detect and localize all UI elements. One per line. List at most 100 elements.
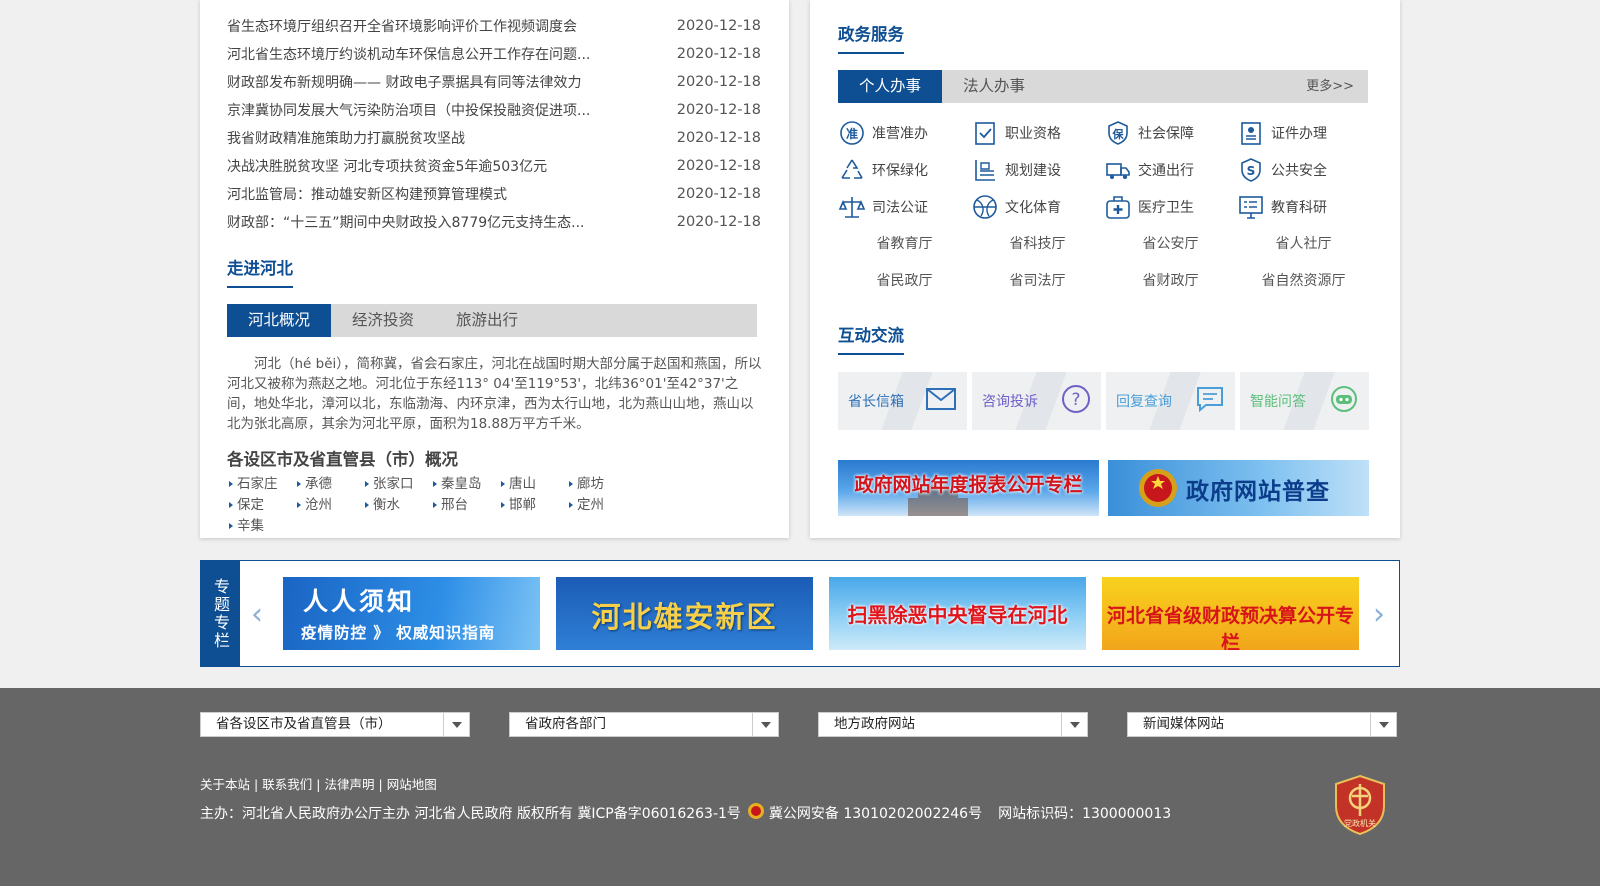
footer-info: 主办：河北省人民政府办公厅主办 河北省人民政府 版权所有 冀ICP备字06016…	[200, 802, 1171, 824]
smart-qa-button[interactable]: 智能问答	[1240, 372, 1369, 430]
reply-query-button[interactable]: 回复查询	[1106, 372, 1235, 430]
left-panel: 省生态环境厅组织召开全省环境影响评价工作视频调度会 2020-12-18 河北省生…	[200, 0, 789, 538]
service-item[interactable]: 交通出行	[1104, 151, 1237, 188]
news-title[interactable]: 河北监管局：推动雄安新区构建预算管理模式	[227, 184, 647, 204]
service-item[interactable]: 司法公证	[838, 188, 971, 225]
city-link[interactable]: 衡水	[363, 496, 431, 514]
city-link[interactable]: 张家口	[363, 475, 431, 493]
news-item[interactable]: 河北监管局：推动雄安新区构建预算管理模式 2020-12-18	[227, 180, 761, 208]
city-link[interactable]: 秦皇岛	[431, 475, 499, 493]
footer-link-legal[interactable]: 法律声明	[324, 777, 374, 792]
tab-hebei-overview[interactable]: 河北概况	[227, 304, 332, 337]
news-item[interactable]: 财政部发布新规明确—— 财政电子票据具有同等法律效力 2020-12-18	[227, 68, 761, 96]
service-item[interactable]: 环保绿化	[838, 151, 971, 188]
dept-link[interactable]: 省教育厅	[838, 226, 971, 263]
special-banner-finance[interactable]: 河北省省级财政预决算公开专栏	[1102, 577, 1359, 650]
city-link[interactable]: 保定	[227, 496, 295, 514]
special-topics: 专题专栏 ‹ 人人须知 疫情防控 》 权威知识指南 河北雄安新区 扫黑除恶中央督…	[200, 560, 1400, 667]
prev-arrow-icon[interactable]: ‹	[251, 597, 263, 632]
footer-link-contact[interactable]: 联系我们	[262, 777, 312, 792]
ruler-icon	[971, 156, 999, 184]
select-news-media[interactable]: 新闻媒体网站	[1127, 712, 1397, 737]
question-icon: ?	[1061, 384, 1091, 418]
city-link[interactable]: 定州	[567, 496, 635, 514]
dept-link[interactable]: 省自然资源厅	[1237, 263, 1370, 300]
service-item[interactable]: 准 准营准办	[838, 114, 971, 151]
city-link[interactable]: 邢台	[431, 496, 499, 514]
service-item[interactable]: 规划建设	[971, 151, 1104, 188]
special-banner-crime[interactable]: 扫黑除恶中央督导在河北	[829, 577, 1086, 650]
dept-link[interactable]: 省科技厅	[971, 226, 1104, 263]
news-date: 2020-12-18	[676, 46, 761, 62]
city-link[interactable]: 石家庄	[227, 475, 295, 493]
website-census-banner[interactable]: 政府网站普查	[1108, 460, 1369, 516]
city-link[interactable]: 承德	[295, 475, 363, 493]
news-title[interactable]: 我省财政精准施策助力打赢脱贫攻坚战	[227, 128, 647, 148]
service-item[interactable]: 医疗卫生	[1104, 188, 1237, 225]
city-link[interactable]: 沧州	[295, 496, 363, 514]
service-item[interactable]: S 公共安全	[1237, 151, 1370, 188]
right-panel: 政务服务 个人办事 法人办事 更多>> 准 准营准办 职业资格 保 社会保障 证…	[810, 0, 1400, 538]
interact-section-title: 互动交流	[838, 322, 904, 355]
interact-label: 回复查询	[1116, 394, 1172, 410]
select-value: 地方政府网站	[834, 716, 915, 732]
special-banner-epidemic-title: 人人须知	[303, 587, 416, 616]
annual-report-banner[interactable]: 政府网站年度报表公开专栏	[838, 460, 1099, 516]
news-item[interactable]: 我省财政精准施策助力打赢脱贫攻坚战 2020-12-18	[227, 124, 761, 152]
dept-link[interactable]: 省人社厅	[1237, 226, 1370, 263]
news-title[interactable]: 财政部：“十三五”期间中央财政投入8779亿元支持生态...	[227, 212, 647, 232]
select-local-gov[interactable]: 地方政府网站	[818, 712, 1088, 737]
news-item[interactable]: 京津冀协同发展大气污染防治项目（中投保投融资促进项... 2020-12-18	[227, 96, 761, 124]
dept-link[interactable]: 省财政厅	[1104, 263, 1237, 300]
service-label: 交通出行	[1138, 162, 1194, 179]
footer-police-record[interactable]: 冀公网安备 13010202002246号	[769, 803, 982, 823]
news-item[interactable]: 决战决胜脱贫攻坚 河北专项扶贫资金5年逾503亿元 2020-12-18	[227, 152, 761, 180]
news-title[interactable]: 财政部发布新规明确—— 财政电子票据具有同等法律效力	[227, 72, 647, 92]
service-label: 教育科研	[1271, 199, 1327, 216]
select-cities[interactable]: 省各设区市及省直管县（市）	[200, 712, 470, 737]
next-arrow-icon[interactable]: ›	[1373, 597, 1385, 632]
truck-icon	[1104, 156, 1132, 184]
tab-corporate-affairs[interactable]: 法人办事	[942, 70, 1046, 103]
recycle-icon	[838, 156, 866, 184]
dept-link[interactable]: 省司法厅	[971, 263, 1104, 300]
news-title[interactable]: 决战决胜脱贫攻坚 河北专项扶贫资金5年逾503亿元	[227, 156, 647, 176]
news-title[interactable]: 省生态环境厅组织召开全省环境影响评价工作视频调度会	[227, 16, 647, 36]
dept-link[interactable]: 省公安厅	[1104, 226, 1237, 263]
footer-host-text: 主办：河北省人民政府办公厅主办 河北省人民政府 版权所有 冀ICP备字06016…	[200, 806, 741, 822]
special-banner-epidemic[interactable]: 人人须知 疫情防控 》 权威知识指南	[283, 577, 540, 650]
service-item[interactable]: 职业资格	[971, 114, 1104, 151]
more-link[interactable]: 更多>>	[1306, 70, 1368, 103]
tab-personal-affairs[interactable]: 个人办事	[838, 70, 943, 103]
city-link[interactable]: 廊坊	[567, 475, 635, 493]
tab-economy-investment[interactable]: 经济投资	[331, 304, 435, 337]
dept-link[interactable]: 省民政厅	[838, 263, 971, 300]
news-item[interactable]: 河北省生态环境厅约谈机动车环保信息公开工作存在问题... 2020-12-18	[227, 40, 761, 68]
select-departments[interactable]: 省政府各部门	[509, 712, 779, 737]
special-banner-xiongan[interactable]: 河北雄安新区	[556, 577, 813, 650]
footer-links: 关于本站 | 联系我们 | 法律声明 | 网站地图	[200, 774, 437, 793]
city-link[interactable]: 唐山	[499, 475, 567, 493]
service-item[interactable]: 证件办理	[1237, 114, 1370, 151]
news-title[interactable]: 河北省生态环境厅约谈机动车环保信息公开工作存在问题...	[227, 44, 647, 64]
hebei-tabs: 河北概况 经济投资 旅游出行	[227, 304, 757, 337]
service-item[interactable]: 文化体育	[971, 188, 1104, 225]
party-gov-emblem[interactable]: 党政机关	[1334, 774, 1386, 840]
governor-mailbox-button[interactable]: 省长信箱	[838, 372, 967, 430]
footer-link-sitemap[interactable]: 网站地图	[387, 777, 437, 792]
service-label: 证件办理	[1271, 125, 1327, 142]
police-badge-icon	[747, 802, 765, 824]
news-date: 2020-12-18	[676, 74, 761, 90]
news-item[interactable]: 财政部：“十三五”期间中央财政投入8779亿元支持生态... 2020-12-18	[227, 208, 761, 236]
news-item[interactable]: 省生态环境厅组织召开全省环境影响评价工作视频调度会 2020-12-18	[227, 12, 761, 40]
scales-icon	[838, 193, 866, 221]
news-title[interactable]: 京津冀协同发展大气污染防治项目（中投保投融资促进项...	[227, 100, 647, 120]
service-item[interactable]: 教育科研	[1237, 188, 1370, 225]
consult-complaint-button[interactable]: 咨询投诉 ?	[972, 372, 1101, 430]
tab-tourism[interactable]: 旅游出行	[435, 304, 539, 337]
city-link[interactable]: 辛集	[227, 517, 295, 535]
city-link[interactable]: 邯郸	[499, 496, 567, 514]
service-item[interactable]: 保 社会保障	[1104, 114, 1237, 151]
footer-link-about[interactable]: 关于本站	[200, 777, 250, 792]
svg-text:保: 保	[1112, 127, 1125, 141]
